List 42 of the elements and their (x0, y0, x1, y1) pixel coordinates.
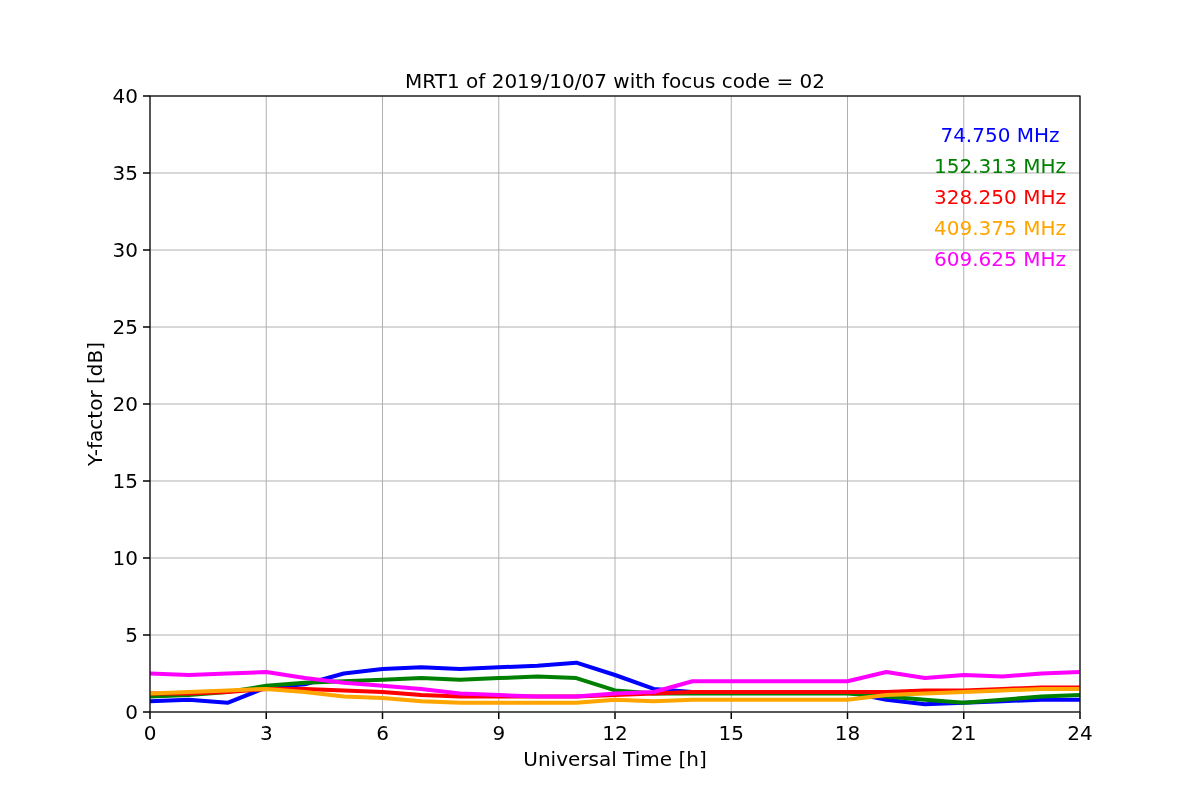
legend-label: 152.313 MHz (934, 154, 1066, 178)
tick-mark (142, 634, 151, 636)
x-tick-label: 15 (718, 721, 744, 745)
y-tick-label: 40 (112, 84, 138, 108)
x-axis-label: Universal Time [h] (523, 747, 707, 771)
tick-mark (142, 403, 151, 405)
tick-mark (846, 711, 849, 720)
y-tick-label: 20 (112, 392, 138, 416)
y-tick-label: 10 (112, 546, 138, 570)
y-axis-label: Y-factor [dB] (83, 342, 107, 466)
tick-mark (614, 711, 616, 720)
tick-mark (265, 711, 267, 720)
x-tick-label: 9 (492, 721, 506, 745)
tick-mark (142, 480, 151, 482)
y-tick-label: 25 (112, 315, 138, 339)
y-tick-label: 35 (112, 161, 138, 185)
y-tick-label: 15 (112, 469, 138, 493)
tick-mark (142, 172, 151, 174)
x-tick-label: 0 (143, 721, 157, 745)
legend-label: 609.625 MHz (934, 247, 1066, 271)
x-tick-label: 21 (951, 721, 977, 745)
tick-mark (381, 711, 384, 720)
tick-mark (142, 326, 151, 328)
tick-mark (142, 557, 151, 559)
x-tick-label: 3 (259, 721, 273, 745)
x-tick-label: 6 (376, 721, 389, 745)
legend-label: 74.750 MHz (940, 123, 1060, 147)
legend-label: 409.375 MHz (934, 216, 1066, 240)
tick-mark (142, 249, 151, 251)
tick-mark (730, 711, 732, 720)
tick-mark (142, 95, 151, 97)
tick-mark (498, 711, 500, 720)
y-tick-label: 0 (125, 700, 138, 724)
y-tick-label: 30 (112, 238, 138, 262)
tick-mark (963, 711, 965, 720)
tick-mark (1079, 711, 1081, 720)
chart-title: MRT1 of 2019/10/07 with focus code = 02 (405, 69, 825, 93)
legend-label: 328.250 MHz (934, 185, 1066, 209)
x-tick-label: 24 (1067, 721, 1093, 745)
y-tick-label: 5 (125, 623, 138, 647)
x-tick-label: 18 (834, 721, 861, 745)
x-tick-label: 12 (602, 721, 628, 745)
